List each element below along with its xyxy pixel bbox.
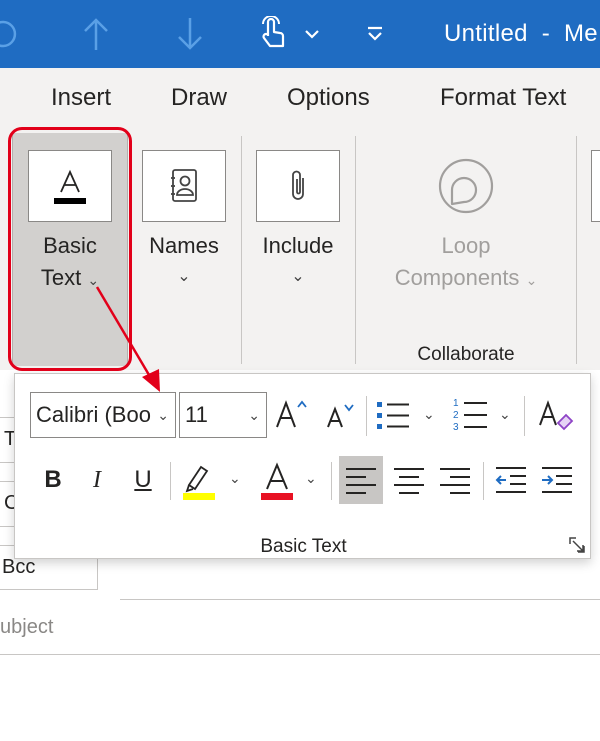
grow-font-icon[interactable] <box>273 392 311 438</box>
bold-icon[interactable]: B <box>37 458 69 502</box>
divider <box>524 396 525 436</box>
svg-text:1: 1 <box>453 398 459 409</box>
title-bar: Untitled - Me <box>0 0 600 68</box>
basic-text-icon <box>28 150 112 222</box>
align-left-icon[interactable] <box>339 456 383 504</box>
chevron-down-icon: ⌄ <box>153 407 169 424</box>
divider <box>355 136 356 364</box>
font-name-value: Calibri (Boo <box>36 402 151 427</box>
underline-icon[interactable]: U <box>127 458 159 502</box>
names-label[interactable]: Names <box>128 233 240 259</box>
align-center-icon[interactable] <box>387 456 431 504</box>
clear-formatting-icon[interactable] <box>533 392 577 438</box>
chevron-down-icon[interactable]: ⌄ <box>229 470 241 487</box>
italic-icon[interactable]: I <box>81 458 113 502</box>
increase-indent-icon[interactable] <box>535 456 579 504</box>
bullets-icon[interactable] <box>373 392 413 438</box>
basic-text-label-1: Basic <box>43 233 97 258</box>
arrow-up-icon[interactable] <box>78 14 114 54</box>
loop-label-2: Components <box>394 265 520 290</box>
chevron-down-icon[interactable]: ⌄ <box>305 470 317 487</box>
bcc-label: Bcc <box>2 556 36 578</box>
loop-label-1: Loop <box>441 233 491 258</box>
customize-qat-icon[interactable] <box>362 14 388 54</box>
svg-text:3: 3 <box>453 422 459 433</box>
numbering-icon[interactable]: 1 2 3 <box>449 392 491 438</box>
divider <box>483 462 484 500</box>
chevron-down-icon: ⌄ <box>291 268 305 285</box>
svg-text:2: 2 <box>453 410 459 421</box>
divider <box>120 599 600 600</box>
include-button[interactable] <box>256 150 340 222</box>
align-right-icon[interactable] <box>433 456 477 504</box>
popup-group-label: Basic Text <box>260 536 347 557</box>
include-label[interactable]: Include <box>242 233 354 259</box>
window-title: Untitled - Me <box>444 20 598 47</box>
undo-icon[interactable] <box>0 14 28 54</box>
divider <box>0 654 600 655</box>
font-size-combo[interactable]: 11 ⌄ <box>179 392 267 438</box>
names-button[interactable] <box>142 150 226 222</box>
decrease-indent-icon[interactable] <box>489 456 533 504</box>
loop-icon <box>436 158 496 218</box>
divider <box>366 396 367 436</box>
subject-input[interactable]: ubject <box>0 616 53 639</box>
highlight-icon[interactable] <box>179 456 219 504</box>
arrow-down-icon[interactable] <box>172 14 208 54</box>
tab-format-text[interactable]: Format Text <box>440 84 566 112</box>
font-size-value: 11 <box>185 402 208 427</box>
basic-text-label-2: Text <box>40 265 82 290</box>
tab-options[interactable]: Options <box>287 84 370 112</box>
font-name-combo[interactable]: Calibri (Boo ⌄ <box>30 392 176 438</box>
collaborate-group-label: Collaborate <box>417 344 515 365</box>
chevron-down-icon: ⌄ <box>87 272 100 288</box>
tab-draw[interactable]: Draw <box>171 84 227 112</box>
font-color-icon[interactable] <box>257 456 297 504</box>
chevron-down-icon[interactable]: ⌄ <box>423 406 435 423</box>
chevron-down-icon: ⌄ <box>177 268 191 285</box>
chevron-down-icon: ⌄ <box>525 272 538 288</box>
divider <box>331 462 332 500</box>
chevron-down-icon: ⌄ <box>248 407 260 423</box>
chevron-down-icon[interactable]: ⌄ <box>499 406 511 423</box>
basic-text-popup: Calibri (Boo ⌄ 11 ⌄ ⌄ 1 2 3 ⌄ B I U ⌄ ⌄ … <box>14 373 591 559</box>
shrink-font-icon[interactable] <box>321 392 359 438</box>
ribbon: Insert Draw Options Format Text Basic Te… <box>0 68 600 370</box>
tab-insert[interactable]: Insert <box>51 84 111 112</box>
divider <box>576 136 577 364</box>
loop-label-2-row: Components ⌄ <box>366 265 566 291</box>
dialog-launcher-icon[interactable] <box>567 535 587 555</box>
touch-mode-icon[interactable] <box>258 14 324 54</box>
divider <box>170 462 171 500</box>
ribbon-next-button[interactable] <box>591 150 600 222</box>
basic-text-label-2-row: Text ⌄ <box>12 265 128 291</box>
